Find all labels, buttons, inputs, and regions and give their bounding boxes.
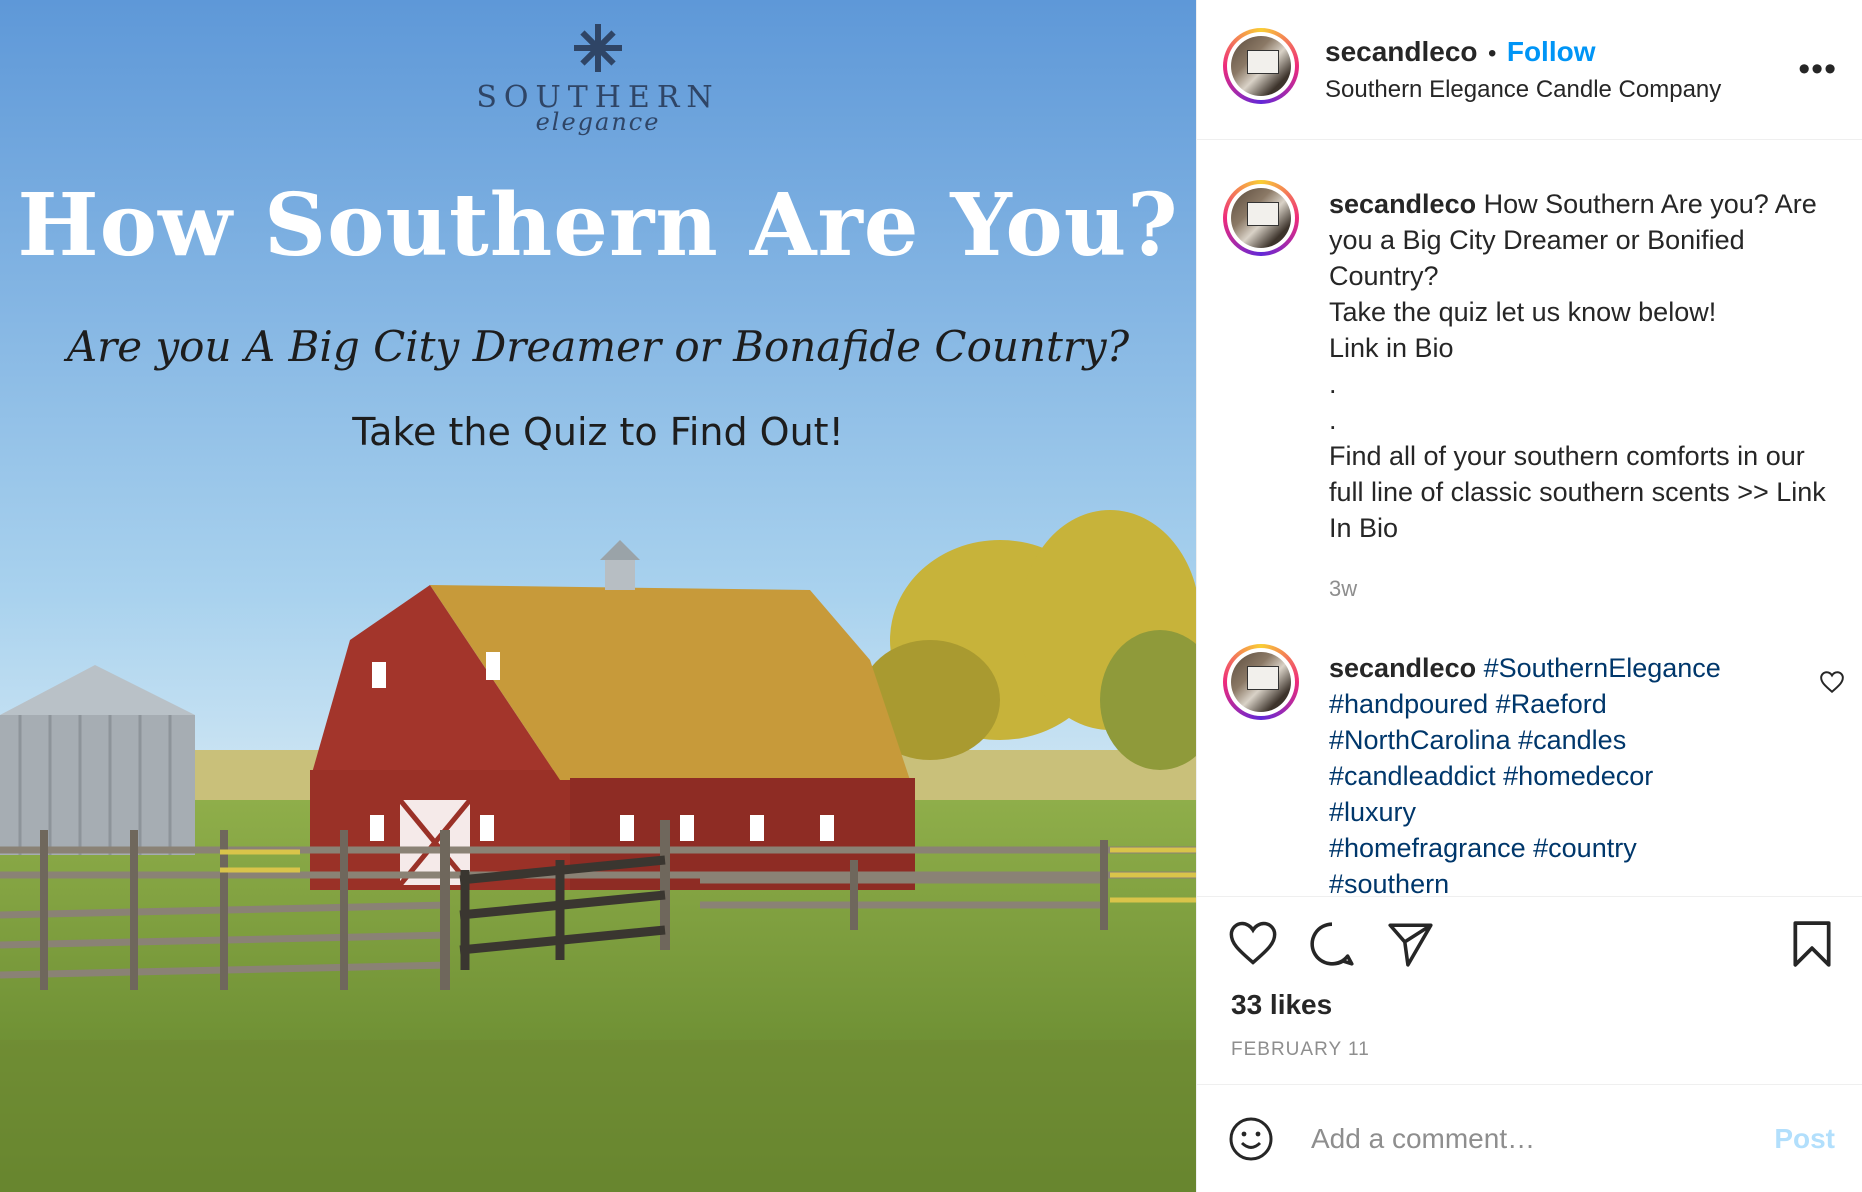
hashtag[interactable]: #candles [1518, 725, 1626, 755]
hashtag[interactable]: #homedecor [1503, 761, 1653, 791]
hashtag[interactable]: #homefragrance [1329, 833, 1526, 863]
hashtag[interactable]: #handpoured [1329, 689, 1488, 719]
post-comment-button[interactable]: Post [1774, 1123, 1835, 1155]
comment-input[interactable] [1309, 1115, 1733, 1163]
avatar[interactable] [1223, 28, 1299, 104]
hashtag[interactable]: #Raeford [1496, 689, 1607, 719]
hashtag[interactable]: #SouthernElegance [1484, 653, 1721, 683]
image-headline: How Southern Are You? [17, 175, 1179, 276]
caption-body: How Southern Are you? Are you a Big City… [1329, 189, 1826, 543]
add-comment-bar: Post [1197, 1084, 1862, 1192]
paper-plane-icon[interactable] [1385, 919, 1435, 969]
more-options-icon[interactable]: ••• [1798, 50, 1837, 89]
comment-username[interactable]: secandleco [1329, 653, 1476, 683]
hashtag[interactable]: #NorthCarolina [1329, 725, 1511, 755]
comment-like-heart-icon[interactable] [1819, 670, 1845, 694]
caption-text: secandleco How Southern Are you? Are you… [1329, 186, 1829, 546]
heart-icon[interactable] [1227, 919, 1279, 967]
header-line: secandleco • Follow [1325, 36, 1596, 68]
hashtag[interactable]: #candleaddict [1329, 761, 1496, 791]
comment-avatar[interactable] [1223, 644, 1299, 720]
account-full-name: Southern Elegance Candle Company [1325, 76, 1722, 103]
comment-bubble-icon[interactable] [1307, 919, 1357, 969]
likes-count[interactable]: 33 likes [1231, 989, 1332, 1021]
hashtag[interactable]: #luxury [1329, 797, 1416, 827]
post-date[interactable]: FEBRUARY 11 [1231, 1039, 1370, 1061]
caption-avatar[interactable] [1223, 180, 1299, 256]
hashtag-comment: secandleco #SouthernElegance #handpoured… [1329, 650, 1799, 896]
image-subhead: Are you A Big City Dreamer or Bonafide C… [66, 322, 1130, 371]
header-username[interactable]: secandleco [1325, 36, 1478, 67]
follow-button[interactable]: Follow [1507, 36, 1596, 67]
caption-username[interactable]: secandleco [1329, 189, 1476, 219]
logo-script: elegance [535, 108, 661, 136]
bookmark-icon[interactable] [1789, 919, 1835, 969]
comments-section[interactable]: secandleco How Southern Are you? Are you… [1197, 140, 1862, 896]
hashtag[interactable]: #country [1533, 833, 1637, 863]
post-actions: 33 likes FEBRUARY 11 [1197, 896, 1862, 1084]
post-header: secandleco • Follow Southern Elegance Ca… [1197, 0, 1862, 140]
image-cta: Take the Quiz to Find Out! [352, 410, 844, 454]
header-separator: • [1487, 40, 1497, 67]
smiley-icon[interactable] [1227, 1115, 1275, 1163]
post-image[interactable]: SOUTHERN elegance How Southern Are You? … [0, 0, 1196, 1192]
hashtag[interactable]: #southern [1329, 869, 1449, 896]
post-sidebar: secandleco • Follow Southern Elegance Ca… [1196, 0, 1862, 1192]
caption-time[interactable]: 3w [1329, 576, 1357, 602]
